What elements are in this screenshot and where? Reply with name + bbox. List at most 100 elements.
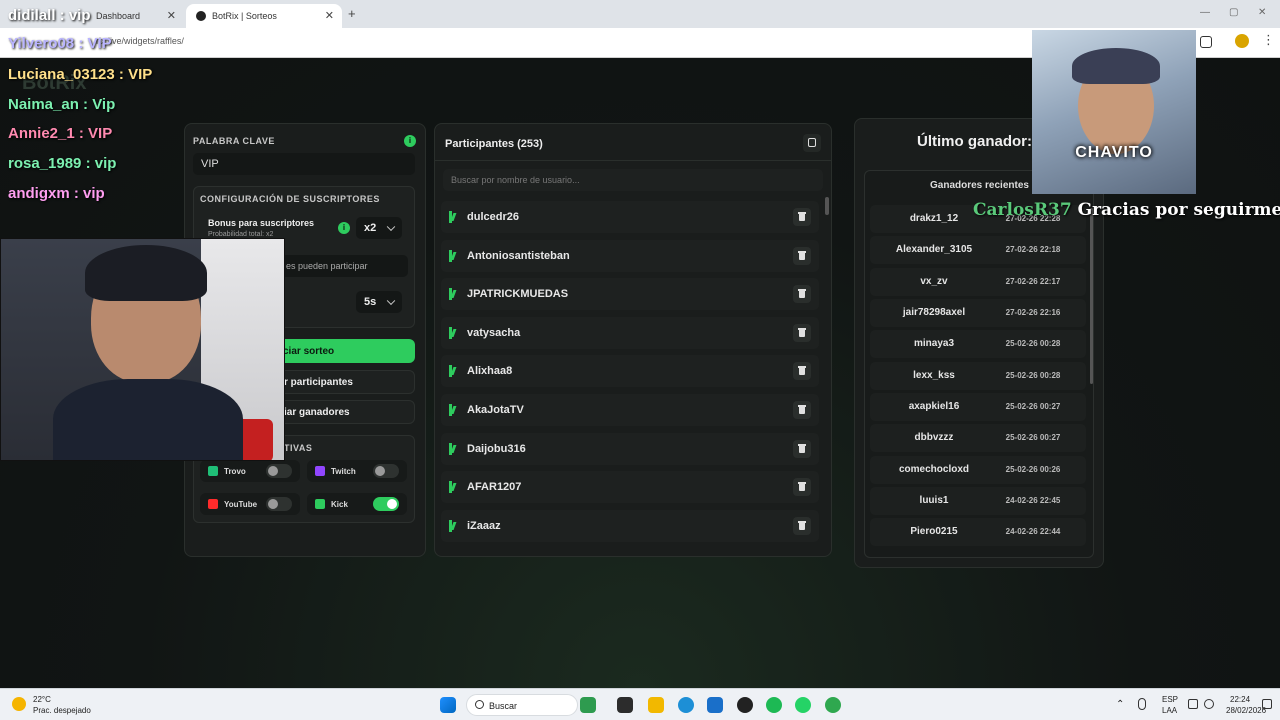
language-top[interactable]: ESP (1162, 695, 1178, 704)
kick-icon (449, 288, 459, 300)
windows-taskbar: 22°C Prac. despejado Buscar ⌃ ESP LAA 22… (0, 688, 1280, 720)
winners-scrollbar[interactable] (1090, 208, 1093, 384)
chat-message: andigxm : vip (8, 185, 105, 202)
platforms-label: TIVAS (284, 443, 313, 453)
trash-icon[interactable] (793, 208, 811, 226)
chrome-icon[interactable] (825, 697, 841, 713)
winner-name: jair78298axel (902, 307, 966, 318)
copy-icon (808, 138, 816, 147)
participants-scrollbar[interactable] (825, 197, 829, 215)
kick-icon (449, 211, 459, 223)
winner-name: comechocloxd (898, 464, 970, 475)
network-icon[interactable] (1188, 699, 1198, 709)
language-bottom[interactable]: LAA (1162, 706, 1177, 715)
profile-avatar[interactable] (1235, 34, 1249, 48)
twitch-icon (315, 466, 325, 476)
kick-toggle[interactable] (373, 497, 399, 511)
winner-row: lexx_kss 25-02-26 00:28 (870, 362, 1086, 390)
chat-message: Annie2_1 : VIP (8, 125, 113, 142)
webcam-overlay (0, 238, 285, 461)
participant-name: AFAR1207 (467, 481, 522, 493)
close-icon[interactable]: ✕ (167, 9, 176, 22)
winner-name: Piero0215 (910, 526, 958, 537)
chevron-up-icon[interactable]: ⌃ (1116, 699, 1124, 710)
microphone-icon[interactable] (1138, 698, 1146, 710)
weather-desc: Prac. despejado (33, 706, 91, 715)
kick-icon (315, 499, 325, 509)
edge-icon[interactable] (678, 697, 694, 713)
keyword-label: PALABRA CLAVE (193, 136, 275, 146)
new-tab-button[interactable]: + (348, 6, 356, 21)
winner-date: 27-02-26 22:17 (1005, 277, 1061, 286)
timer-select[interactable]: 5s (356, 291, 402, 313)
whatsapp-icon[interactable] (795, 697, 811, 713)
timer-value: 5s (364, 296, 377, 308)
trovo-icon (208, 466, 218, 476)
trash-icon[interactable] (793, 324, 811, 342)
trash-icon[interactable] (793, 362, 811, 380)
extension-icon[interactable] (1200, 36, 1212, 48)
follower-alert-image (1032, 30, 1196, 194)
task-view-icon[interactable] (617, 697, 633, 713)
participant-row: dulcedr26 (441, 201, 819, 233)
winner-date: 25-02-26 00:28 (1005, 339, 1061, 348)
chat-message: Yilvero08 : VIP (8, 35, 112, 52)
file-explorer-icon[interactable] (648, 697, 664, 713)
participant-row: AFAR1207 (441, 471, 819, 503)
store-icon[interactable] (707, 697, 723, 713)
winner-name: axapkiel16 (908, 401, 960, 412)
streamer-shirt (53, 379, 243, 460)
weather-icon[interactable] (12, 697, 26, 711)
participant-name: dulcedr26 (467, 211, 519, 223)
trash-icon[interactable] (793, 401, 811, 419)
volume-icon[interactable] (1204, 699, 1214, 709)
kick-icon (449, 443, 459, 455)
platform-name: YouTube (224, 499, 258, 509)
close-icon[interactable]: ✕ (325, 9, 334, 22)
bonus-multiplier-select[interactable]: x2 (356, 217, 402, 239)
platform-youtube: YouTube (200, 493, 300, 515)
trash-icon[interactable] (793, 478, 811, 496)
youtube-toggle[interactable] (266, 497, 292, 511)
close-window-icon[interactable]: ✕ (1258, 7, 1266, 18)
clock-date[interactable]: 28/02/2026 (1226, 706, 1266, 715)
winner-date: 27-02-26 22:18 (1005, 245, 1061, 254)
info-icon[interactable]: i (404, 135, 416, 147)
spotify-icon[interactable] (766, 697, 782, 713)
keyword-input[interactable]: VIP (193, 153, 415, 175)
maximize-icon[interactable]: ▢ (1229, 7, 1238, 18)
last-winner-title: Último ganador: (917, 133, 1032, 150)
info-icon[interactable]: i (338, 222, 350, 234)
winner-row: luuis1 24-02-26 22:45 (870, 487, 1086, 515)
trovo-toggle[interactable] (266, 464, 292, 478)
obs-icon[interactable] (737, 697, 753, 713)
widgets-icon[interactable] (580, 697, 596, 713)
streamer-hair (85, 245, 207, 301)
kick-icon (449, 250, 459, 262)
start-icon[interactable] (440, 697, 456, 713)
winner-date: 27-02-26 22:16 (1005, 308, 1061, 317)
follow-text: Gracias por seguirme!! (1077, 200, 1280, 220)
taskbar-search[interactable]: Buscar (466, 694, 578, 716)
trash-icon[interactable] (793, 285, 811, 303)
participant-name: Antoniosantisteban (467, 250, 570, 262)
trash-icon[interactable] (793, 247, 811, 265)
winner-date: 25-02-26 00:28 (1005, 371, 1061, 380)
tab-title: BotRix | Sorteos (212, 11, 277, 21)
participant-search-input[interactable]: Buscar por nombre de usuario... (443, 169, 823, 191)
participant-row: AkaJotaTV (441, 394, 819, 426)
platform-kick: Kick (307, 493, 407, 515)
platform-name: Kick (331, 499, 348, 509)
twitch-toggle[interactable] (373, 464, 399, 478)
trash-icon[interactable] (793, 440, 811, 458)
clock-time[interactable]: 22:24 (1230, 695, 1250, 704)
tab-botrix-sorteos[interactable]: BotRix | Sorteos ✕ (186, 4, 342, 28)
trash-icon[interactable] (793, 517, 811, 535)
winner-name: Alexander_3105 (895, 244, 973, 255)
menu-icon[interactable]: ⋮ (1262, 32, 1275, 48)
notification-icon[interactable] (1262, 699, 1272, 709)
winner-name: vx_zv (920, 276, 948, 287)
copy-button[interactable] (803, 134, 821, 152)
minimize-icon[interactable]: — (1200, 7, 1210, 18)
kick-icon (449, 520, 459, 532)
